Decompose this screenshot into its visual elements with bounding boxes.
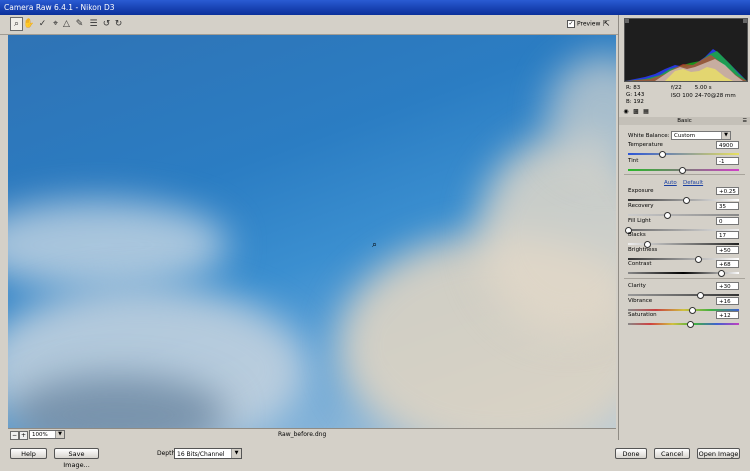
depth-select[interactable]: 16 Bits/Channel ▼	[174, 448, 242, 459]
preview-checkbox[interactable]: ✓	[567, 20, 575, 28]
clarity-track[interactable]	[628, 294, 739, 296]
adjustments-panel: R: 83 G: 143 B: 192 f/22 5.00 s ISO 100 …	[618, 15, 750, 440]
contrast-thumb[interactable]	[718, 270, 725, 277]
preferences-icon[interactable]: ☰	[88, 18, 99, 30]
clarity-thumb[interactable]	[697, 292, 704, 299]
tab-basic-icon[interactable]: ◉	[622, 108, 630, 116]
open-image-button[interactable]: Open Image	[697, 448, 740, 459]
exposure-field[interactable]: +0.25	[716, 187, 739, 195]
histogram	[624, 18, 748, 82]
lens: 24-70@28 mm	[694, 93, 736, 99]
divider	[624, 174, 745, 175]
default-link[interactable]: Default	[683, 180, 703, 186]
g-label: G:	[626, 92, 633, 98]
bottom-bar: Help Save Image... Depth: 16 Bits/Channe…	[0, 440, 750, 469]
tab-detail-icon[interactable]: ▦	[642, 108, 650, 116]
temperature-field[interactable]: 4900	[716, 141, 739, 149]
exif-info: f/22 5.00 s ISO 100 24-70@28 mm	[671, 84, 736, 100]
white-balance-value: Custom	[674, 133, 696, 139]
spot-removal-icon[interactable]: ✎	[74, 18, 85, 30]
clarity-field[interactable]: +30	[716, 282, 739, 290]
recovery-track[interactable]	[628, 214, 739, 216]
white-balance-select[interactable]: Custom ▼	[671, 131, 731, 140]
done-button[interactable]: Done	[615, 448, 647, 459]
divider	[624, 278, 745, 279]
r-value: 83	[633, 85, 641, 91]
recovery-label: Recovery	[628, 203, 654, 209]
shutter-speed: 5.00 s	[694, 85, 712, 91]
section-title-label: Basic	[677, 118, 692, 124]
iso: ISO 100	[671, 93, 693, 99]
r-label: R:	[626, 85, 632, 91]
b-label: B:	[626, 99, 632, 105]
auto-link[interactable]: Auto	[664, 180, 677, 186]
exposure-label: Exposure	[628, 188, 654, 194]
help-button[interactable]: Help	[10, 448, 47, 459]
recovery-field[interactable]: 35	[716, 202, 739, 210]
preview-toggle[interactable]: ✓ Preview	[567, 20, 600, 28]
fill-light-label: Fill Light	[628, 218, 651, 224]
straighten-icon[interactable]: △	[61, 18, 72, 30]
zoom-cursor-icon: ⌕	[372, 240, 378, 250]
brightness-field[interactable]: +50	[716, 246, 739, 254]
temperature-track[interactable]	[628, 153, 739, 155]
tint-label: Tint	[628, 158, 639, 164]
chevron-down-icon: ▼	[55, 431, 64, 438]
aperture: f/22	[671, 85, 682, 91]
temperature-thumb[interactable]	[659, 151, 666, 158]
cancel-button[interactable]: Cancel	[654, 448, 690, 459]
temperature-label: Temperature	[628, 142, 663, 148]
blacks-label: Blacks	[628, 232, 646, 238]
chevron-down-icon: ▼	[231, 449, 241, 458]
fill-light-field[interactable]: 0	[716, 217, 739, 225]
section-title: Basic ☰	[619, 117, 750, 125]
zoom-in-button[interactable]: +	[19, 431, 28, 440]
g-value: 143	[633, 92, 645, 98]
blacks-field[interactable]: 17	[716, 231, 739, 239]
brightness-label: Brightness	[628, 247, 658, 253]
saturation-thumb[interactable]	[687, 321, 694, 328]
tint-field[interactable]: -1	[716, 157, 739, 165]
crop-icon[interactable]: ⌖	[50, 18, 61, 30]
hand-icon[interactable]: ✋	[23, 18, 34, 30]
tab-tone-curve-icon[interactable]: ▩	[632, 108, 640, 116]
white-balance-label: White Balance:	[628, 133, 670, 139]
vibrance-thumb[interactable]	[689, 307, 696, 314]
saturation-field[interactable]: +12	[716, 311, 739, 319]
zoom-icon[interactable]: ⌕	[10, 17, 23, 31]
vibrance-label: Vibrance	[628, 298, 653, 304]
saturation-label: Saturation	[628, 312, 657, 318]
chevron-down-icon: ▼	[721, 132, 730, 139]
fullscreen-icon[interactable]: ⇱	[603, 19, 610, 28]
white-balance-icon[interactable]: ✓	[37, 18, 48, 30]
rgb-readout: R: 83 G: 143 B: 192	[626, 85, 644, 106]
file-name: Raw_before.dng	[278, 431, 327, 438]
zoom-out-button[interactable]: −	[10, 431, 19, 440]
zoom-value: 100%	[32, 432, 48, 438]
contrast-label: Contrast	[628, 261, 652, 267]
recovery-thumb[interactable]	[664, 212, 671, 219]
vibrance-field[interactable]: +16	[716, 297, 739, 305]
brightness-thumb[interactable]	[695, 256, 702, 263]
toolbar: ⌕ ✋ ✓ ⌖ △ ✎ ☰ ↺ ↻ ✓ Preview ⇱	[0, 15, 618, 35]
cloud-shape	[8, 200, 228, 290]
depth-value: 16 Bits/Channel	[177, 451, 225, 458]
saturation-track[interactable]	[628, 323, 739, 325]
exposure-thumb[interactable]	[683, 197, 690, 204]
save-image-button[interactable]: Save Image...	[54, 448, 99, 469]
contrast-field[interactable]: +68	[716, 260, 739, 268]
clarity-label: Clarity	[628, 283, 646, 289]
b-value: 192	[633, 99, 644, 105]
preview-label: Preview	[577, 20, 601, 28]
rotate-ccw-icon[interactable]: ↺	[101, 18, 112, 30]
zoom-select[interactable]: 100% ▼	[29, 430, 65, 439]
image-preview[interactable]: ⌕	[8, 35, 616, 428]
rotate-cw-icon[interactable]: ↻	[113, 18, 124, 30]
histogram-graph	[625, 19, 747, 81]
panel-menu-icon[interactable]: ☰	[743, 117, 747, 125]
tint-thumb[interactable]	[679, 167, 686, 174]
window-title: Camera Raw 6.4.1 - Nikon D3	[0, 0, 750, 15]
